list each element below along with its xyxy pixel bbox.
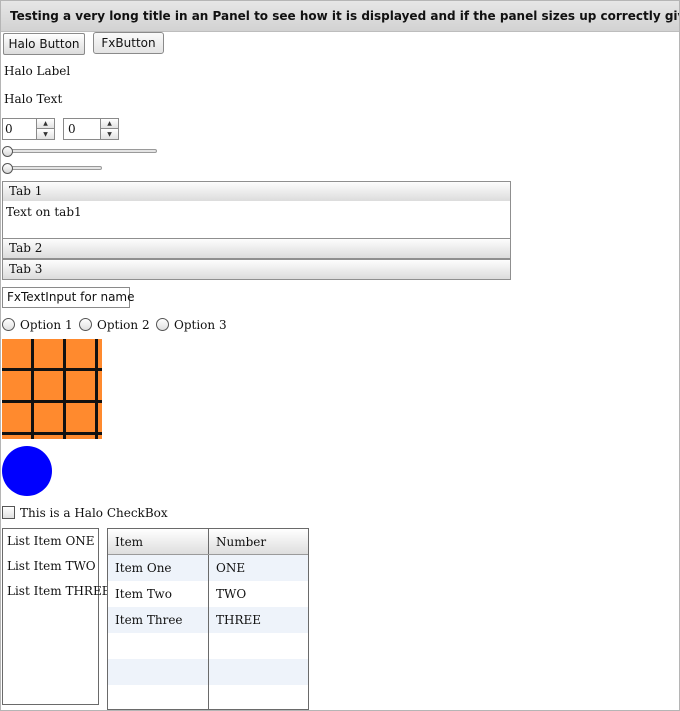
radio-option-1[interactable] — [2, 318, 15, 331]
table-row[interactable]: Item One ONE — [108, 555, 308, 581]
halo-button[interactable]: Halo Button — [3, 33, 85, 55]
radio-option-2[interactable] — [79, 318, 92, 331]
column-header-item[interactable]: Item — [108, 529, 209, 554]
column-header-number[interactable]: Number — [209, 529, 308, 554]
accordion-tab-1[interactable]: Tab 1 — [2, 181, 511, 202]
table-cell: ONE — [216, 561, 246, 575]
fx-button[interactable]: FxButton — [93, 32, 164, 54]
stepper-value[interactable]: 0 — [5, 119, 13, 139]
numeric-stepper-1[interactable]: 0 ▲ ▼ — [2, 118, 55, 140]
slider-track-2[interactable] — [4, 166, 102, 170]
table-row-empty[interactable] — [108, 685, 308, 709]
stepper-arrows: ▲ ▼ — [100, 119, 118, 139]
table-cell — [108, 633, 209, 659]
radio-option-1-label: Option 1 — [20, 318, 73, 332]
table-cell: Item One — [108, 555, 209, 581]
arrow-up-icon[interactable]: ▲ — [101, 119, 118, 129]
table-cell — [209, 685, 308, 709]
slider-thumb-2[interactable] — [2, 163, 13, 174]
halo-checkbox-label: This is a Halo CheckBox — [20, 506, 168, 520]
accordion-content-1: Text on tab1 — [2, 201, 511, 239]
halo-checkbox[interactable] — [2, 506, 15, 519]
orange-grid-graphic — [2, 339, 102, 439]
name-text-input[interactable]: FxTextInput for name — [2, 287, 135, 308]
halo-label: Halo Label — [4, 64, 71, 78]
list-box[interactable]: List Item ONE List Item TWO List Item TH… — [2, 528, 110, 705]
blue-circle-graphic — [2, 446, 52, 496]
table-row[interactable]: Item Three THREE — [108, 607, 308, 633]
table-cell — [108, 659, 209, 685]
table-cell: TWO — [216, 587, 247, 601]
accordion-tab-3[interactable]: Tab 3 — [2, 259, 511, 280]
list-item[interactable]: List Item ONE — [3, 529, 98, 554]
slider-track-1[interactable] — [4, 149, 157, 153]
radio-option-2-label: Option 2 — [97, 318, 150, 332]
slider-thumb-1[interactable] — [2, 146, 13, 157]
numeric-stepper-2[interactable]: 0 ▲ ▼ — [63, 118, 119, 140]
panel-title: Testing a very long title in an Panel to… — [1, 1, 679, 32]
accordion-tab-2[interactable]: Tab 2 — [2, 238, 511, 259]
table-cell — [209, 659, 308, 685]
halo-text: Halo Text — [4, 92, 63, 106]
main-panel: Testing a very long title in an Panel to… — [0, 0, 680, 711]
table-row-empty[interactable] — [108, 659, 308, 685]
table-row-empty[interactable] — [108, 633, 308, 659]
table-cell — [209, 633, 308, 659]
arrow-down-icon[interactable]: ▼ — [101, 129, 118, 139]
stepper-value[interactable]: 0 — [68, 119, 76, 139]
list-item[interactable]: List Item TWO — [3, 554, 98, 579]
data-grid-header: Item Number — [108, 529, 308, 555]
table-cell: Item Two — [108, 581, 209, 607]
arrow-up-icon[interactable]: ▲ — [37, 119, 54, 129]
stepper-arrows: ▲ ▼ — [36, 119, 54, 139]
table-cell — [108, 685, 209, 709]
table-cell: Item Three — [108, 607, 209, 633]
table-cell: THREE — [216, 613, 262, 627]
radio-option-3[interactable] — [156, 318, 169, 331]
radio-option-3-label: Option 3 — [174, 318, 227, 332]
data-grid[interactable]: Item Number Item One ONE Item Two TWO It… — [107, 528, 309, 710]
table-row[interactable]: Item Two TWO — [108, 581, 308, 607]
list-item[interactable]: List Item THREE — [3, 579, 110, 604]
arrow-down-icon[interactable]: ▼ — [37, 129, 54, 139]
